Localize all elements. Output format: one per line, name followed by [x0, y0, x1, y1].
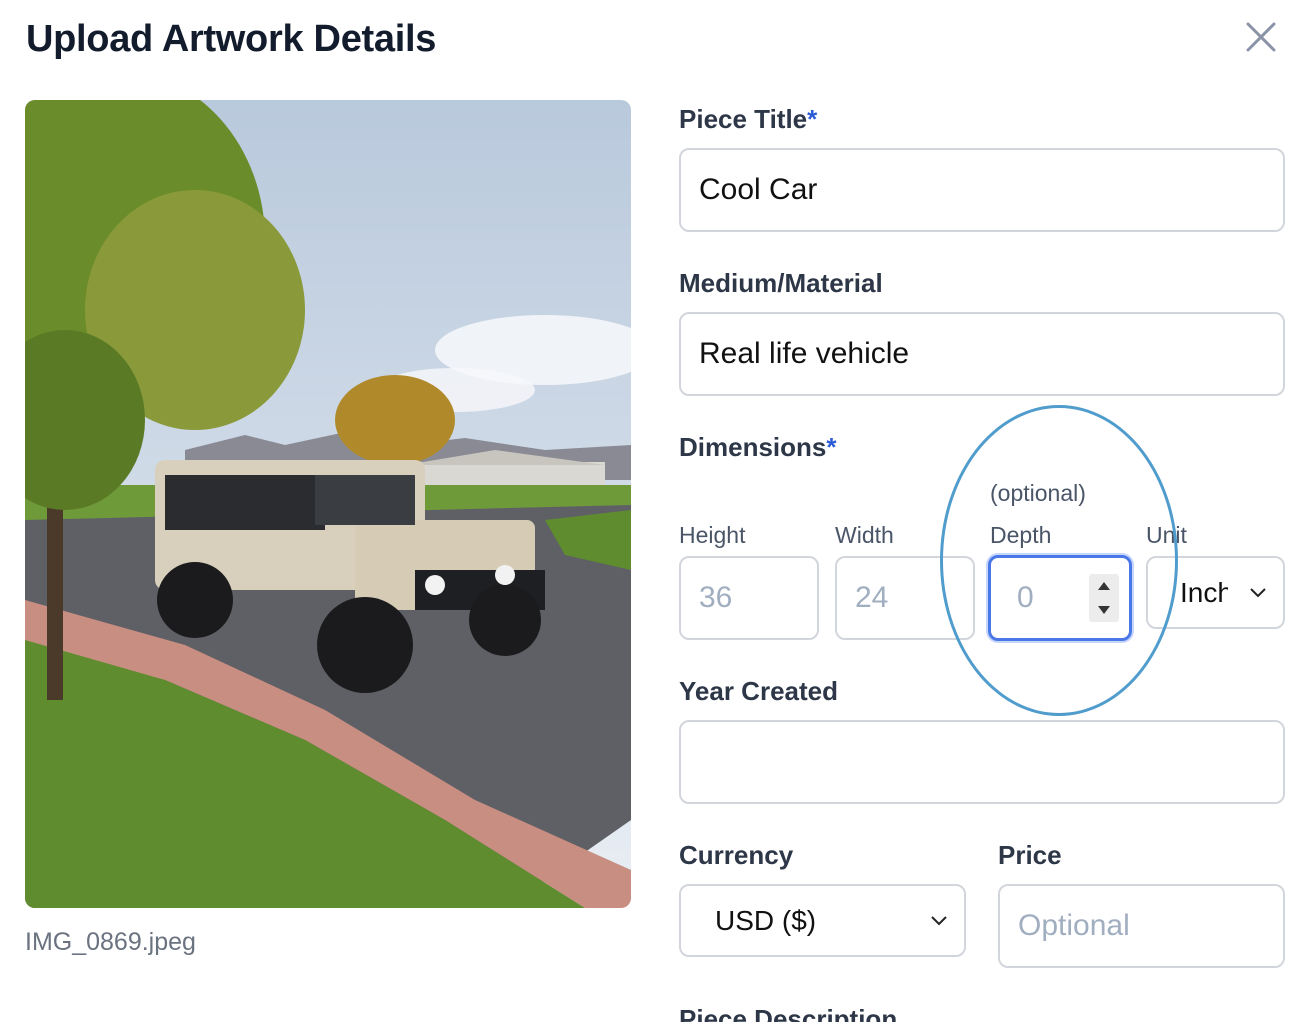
close-button[interactable] — [1240, 16, 1282, 58]
medium-value: Real life vehicle — [699, 337, 910, 370]
price-placeholder: Optional — [1018, 909, 1130, 942]
width-label: Width — [835, 522, 894, 548]
dimensions-label: Dimensions* — [679, 432, 837, 462]
chevron-down-icon — [931, 915, 947, 925]
artwork-preview-image — [25, 100, 631, 908]
width-input[interactable]: 24 — [835, 556, 975, 640]
price-input[interactable]: Optional — [998, 884, 1285, 968]
currency-select[interactable]: USD ($) — [679, 884, 966, 957]
unit-selected-value: Inches — [1180, 576, 1228, 608]
unit-label: Unit — [1146, 522, 1187, 548]
medium-input[interactable]: Real life vehicle — [679, 312, 1285, 396]
price-label: Price — [998, 840, 1062, 870]
depth-input[interactable]: 0 — [988, 555, 1132, 641]
piece-description-label: Piece Description — [679, 1004, 898, 1022]
close-icon — [1246, 22, 1276, 52]
depth-optional-note: (optional) — [990, 480, 1086, 506]
piece-title-input[interactable]: Cool Car — [679, 148, 1285, 232]
required-mark: * — [807, 104, 818, 134]
stepper-down-icon[interactable] — [1097, 605, 1111, 615]
currency-label: Currency — [679, 840, 794, 870]
year-created-label: Year Created — [679, 676, 838, 706]
depth-placeholder: 0 — [1017, 581, 1034, 614]
height-placeholder: 36 — [699, 581, 733, 614]
height-input[interactable]: 36 — [679, 556, 819, 640]
medium-label: Medium/Material — [679, 268, 883, 298]
piece-title-value: Cool Car — [699, 173, 818, 206]
unit-select[interactable]: Inches — [1146, 556, 1285, 629]
depth-label: Depth — [990, 522, 1052, 548]
chevron-down-icon — [1250, 587, 1266, 597]
stepper-up-icon[interactable] — [1097, 581, 1111, 591]
height-label: Height — [679, 522, 746, 548]
piece-title-label: Piece Title* — [679, 104, 818, 134]
modal-title: Upload Artwork Details — [26, 18, 437, 60]
currency-selected-value: USD ($) — [715, 904, 817, 936]
preview-filename: IMG_0869.jpeg — [25, 928, 196, 956]
width-placeholder: 24 — [855, 581, 889, 614]
year-created-input[interactable] — [679, 720, 1285, 804]
required-mark: * — [826, 432, 837, 462]
depth-stepper[interactable] — [1089, 574, 1119, 622]
